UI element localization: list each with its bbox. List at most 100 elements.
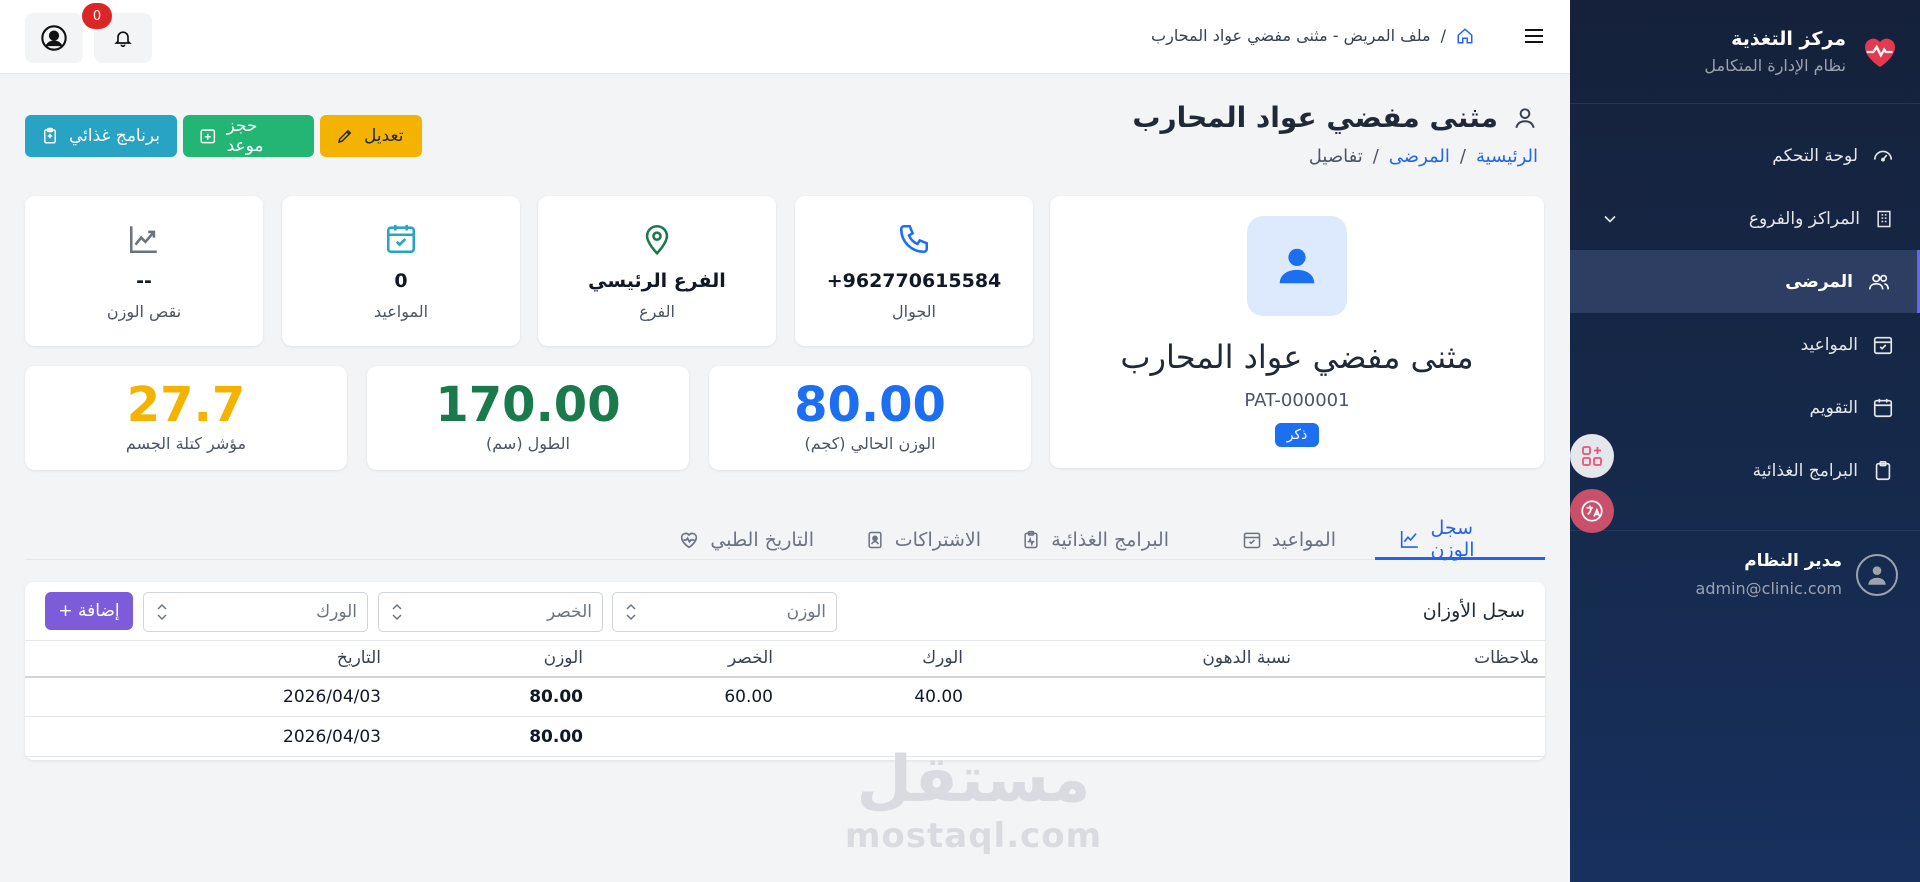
appointments-value: 0 — [394, 270, 408, 292]
gender-badge: ذكر — [1274, 423, 1320, 447]
tab-subscriptions[interactable]: الاشتراكات — [841, 520, 1005, 560]
hip-input[interactable]: الورك — [143, 592, 368, 632]
waist-input-placeholder: الخصر — [547, 602, 592, 622]
page-title-text: مثنى مفضي عواد المحارب — [1132, 101, 1498, 134]
sidebar: مركز التغذية نظام الإدارة المتكامل لوحة … — [1570, 0, 1920, 882]
tab-diet-programs[interactable]: البرامج الغذائية — [997, 520, 1193, 560]
user-circle-icon — [41, 25, 67, 51]
menu-toggle-button[interactable] — [1522, 24, 1546, 48]
user-avatar — [1856, 553, 1898, 596]
book-appointment-button[interactable]: حجز موعد — [183, 115, 314, 157]
appointments-label: المواعيد — [373, 302, 429, 321]
column-header-waist: الخصر — [589, 640, 779, 678]
cell-date: 2026/04/03 — [25, 716, 387, 757]
cell-weight: 80.00 — [387, 676, 589, 717]
tab-medical-history[interactable]: التاريخ الطبي — [654, 520, 838, 560]
sidebar-item-diet-programs[interactable]: البرامج الغذائية — [1570, 439, 1920, 502]
tab-diet-programs-label: البرامج الغذائية — [1051, 529, 1169, 551]
waist-input[interactable]: الخصر — [378, 592, 603, 632]
chevron-down-icon[interactable] — [1600, 209, 1620, 229]
sidebar-nav: لوحة التحكم المراكز والفروع المرضى الموا… — [1570, 124, 1920, 502]
sidebar-item-patients[interactable]: المرضى — [1570, 250, 1920, 313]
diet-program-label: برنامج غذائي — [69, 126, 160, 146]
profile-card: مثنى مفضي عواد المحارب PAT-000001 ذكر — [1050, 196, 1544, 468]
home-icon[interactable] — [1456, 27, 1474, 45]
spinner-arrows-icon[interactable] — [625, 601, 637, 623]
page-title: مثنى مفضي عواد المحارب — [1132, 101, 1538, 134]
cell-waist: 60.00 — [589, 676, 779, 717]
patient-code: PAT-000001 — [1244, 390, 1350, 411]
tab-weight-log-label: سجل الوزن — [1430, 516, 1475, 561]
edit-button[interactable]: تعديل — [320, 115, 422, 157]
sidebar-item-appointments[interactable]: المواعيد — [1570, 313, 1920, 376]
sidebar-item-dashboard[interactable]: لوحة التحكم — [1570, 124, 1920, 187]
phone-card: +962770615584 الجوال — [795, 196, 1033, 346]
column-header-notes: ملاحظات — [1297, 640, 1545, 678]
spinner-arrows-icon[interactable] — [156, 601, 168, 623]
sidebar-item-label: المرضى — [1785, 271, 1853, 292]
current-weight-card: 80.00 الوزن الحالي (كجم) — [709, 366, 1031, 470]
current-weight-label: الوزن الحالي (كجم) — [804, 434, 936, 454]
branch-value: الفرع الرئيسي — [588, 270, 726, 292]
height-value: 170.00 — [435, 377, 621, 433]
breadcrumb-home-link[interactable]: الرئيسية — [1476, 146, 1538, 167]
column-header-weight: الوزن — [387, 640, 589, 678]
apps-grid-icon — [1582, 446, 1602, 466]
weight-log-panel: سجل الأوزان الوزن الخصر الورك + إضافة ال… — [25, 582, 1545, 760]
cell-fat — [969, 676, 1297, 717]
bmi-label: مؤشر كتلة الجسم — [125, 434, 247, 454]
top-bar: 0 ملف المريض - مثنى مفضي عواد المحارب / — [0, 0, 1570, 74]
profile-menu-button[interactable] — [25, 13, 83, 63]
tab-medical-history-label: التاريخ الطبي — [710, 529, 814, 551]
book-appointment-label: حجز موعد — [226, 116, 264, 156]
breadcrumb-separator: / — [1372, 146, 1379, 167]
avatar — [1247, 216, 1347, 316]
phone-icon — [899, 224, 929, 254]
brand: مركز التغذية نظام الإدارة المتكامل — [1570, 0, 1920, 104]
phone-label: الجوال — [892, 302, 936, 321]
translate-icon — [1581, 500, 1603, 522]
breadcrumb-separator: / — [1440, 26, 1446, 45]
gauge-icon — [1873, 150, 1893, 162]
cell-waist — [589, 716, 779, 757]
notifications-button[interactable]: 0 — [82, 3, 152, 63]
hamburger-icon — [1525, 29, 1543, 43]
tab-appointments-label: المواعيد — [1271, 529, 1336, 551]
tab-weight-log[interactable]: سجل الوزن — [1375, 516, 1545, 561]
diet-program-button[interactable]: برنامج غذائي — [25, 115, 177, 157]
spinner-arrows-icon[interactable] — [391, 601, 403, 623]
user-name: مدير النظام — [1744, 551, 1842, 571]
heart-pulse-logo-icon — [1865, 38, 1895, 67]
breadcrumb: تفاصيل / المرضى / الرئيسية — [1309, 146, 1538, 167]
height-card: 170.00 الطول (سم) — [367, 366, 689, 470]
bmi-card: 27.7 مؤشر كتلة الجسم — [25, 366, 347, 470]
calendar-check-icon — [1873, 336, 1893, 354]
brand-subtitle: نظام الإدارة المتكامل — [1704, 56, 1846, 75]
branch-card: الفرع الرئيسي الفرع — [538, 196, 776, 346]
column-header-hip: الورك — [779, 640, 969, 678]
add-weight-button[interactable]: + إضافة — [45, 592, 133, 630]
translate-float-button[interactable] — [1570, 489, 1614, 533]
bell-icon — [114, 31, 132, 48]
notification-count-badge: 0 — [82, 3, 112, 29]
table-row: 2026/04/03 80.00 — [25, 716, 1545, 757]
sidebar-item-centers[interactable]: المراكز والفروع — [1570, 187, 1920, 250]
sidebar-item-label: المواعيد — [1800, 334, 1858, 355]
weight-loss-value: -- — [136, 270, 152, 292]
watermark-arabic: مستقل — [856, 743, 1091, 817]
sidebar-user[interactable]: مدير النظام admin@clinic.com — [1570, 531, 1920, 598]
line-chart-icon — [1400, 530, 1418, 548]
weight-input[interactable]: الوزن — [612, 592, 837, 632]
breadcrumb-patients-link[interactable]: المرضى — [1389, 146, 1450, 167]
id-card-icon — [868, 531, 882, 549]
apps-float-button[interactable] — [1570, 434, 1614, 478]
appointments-card: 0 المواعيد — [282, 196, 520, 346]
tab-appointments[interactable]: المواعيد — [1218, 520, 1360, 560]
sidebar-item-calendar[interactable]: التقويم — [1570, 376, 1920, 439]
sidebar-item-label: المراكز والفروع — [1748, 208, 1860, 229]
table-header-row: التاريخ الوزن الخصر الورك نسبة الدهون مل… — [25, 640, 1545, 678]
calendar-plus-icon — [200, 129, 216, 144]
trend-chart-icon — [129, 226, 157, 254]
phone-value: +962770615584 — [826, 270, 1002, 292]
weight-table: التاريخ الوزن الخصر الورك نسبة الدهون مل… — [25, 640, 1545, 757]
